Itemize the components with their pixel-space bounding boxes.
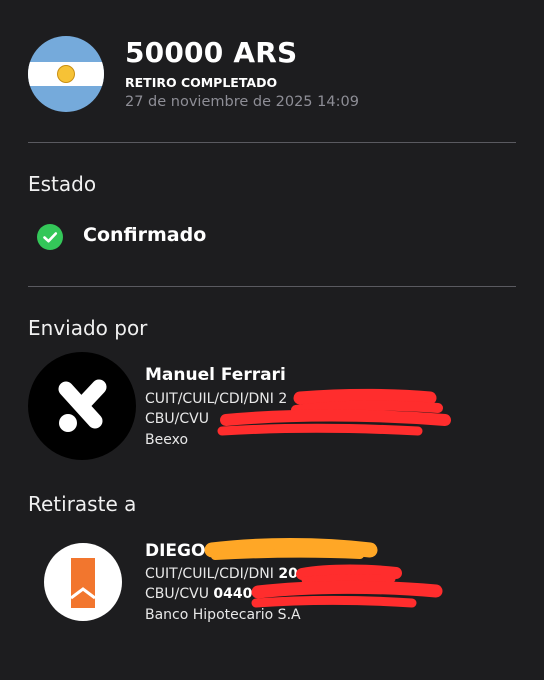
estado-title: Estado <box>28 172 97 196</box>
recipient-id-line: CUIT/CUIL/CDI/DNI 20 <box>145 566 298 582</box>
recipient-name-redaction <box>204 538 378 560</box>
banco-hipotecario-logo-icon <box>44 543 122 621</box>
recipient-account-value: 0440 <box>213 586 253 602</box>
beexo-logo-icon <box>28 352 136 460</box>
recipient-account-line: CBU/CVU 0440 <box>145 586 252 602</box>
sender-account-label: CBU/CVU <box>145 411 209 427</box>
sender-id-value: 2 <box>278 391 288 407</box>
sender-section-title: Enviado por <box>28 316 148 340</box>
amount: 50000 ARS <box>125 36 298 69</box>
recipient-id-label: CUIT/CUIL/CDI/DNI <box>145 566 274 582</box>
sender-id-line: CUIT/CUIL/CDI/DNI 2 <box>145 391 287 407</box>
divider <box>28 142 516 143</box>
transaction-datetime: 27 de noviembre de 2025 14:09 <box>125 94 359 110</box>
recipient-name: DIEGO <box>145 541 206 561</box>
sender-institution: Beexo <box>145 432 189 448</box>
sender-account-line: CBU/CVU <box>145 411 209 427</box>
divider <box>28 286 516 287</box>
sender-id-label: CUIT/CUIL/CDI/DNI <box>145 391 274 407</box>
sender-name: Manuel Ferrari <box>145 365 286 385</box>
argentina-flag-icon <box>28 36 104 112</box>
recipient-section-title: Retiraste a <box>28 492 137 516</box>
withdrawal-receipt: 50000 ARS RETIRO COMPLETADO 27 de noviem… <box>0 0 544 680</box>
recipient-account-label: CBU/CVU <box>145 586 209 602</box>
check-circle-icon <box>37 224 63 250</box>
recipient-id-value: 20 <box>278 566 298 582</box>
transaction-status: RETIRO COMPLETADO <box>125 75 278 90</box>
recipient-institution: Banco Hipotecario S.A <box>145 607 301 623</box>
estado-value: Confirmado <box>83 224 207 246</box>
